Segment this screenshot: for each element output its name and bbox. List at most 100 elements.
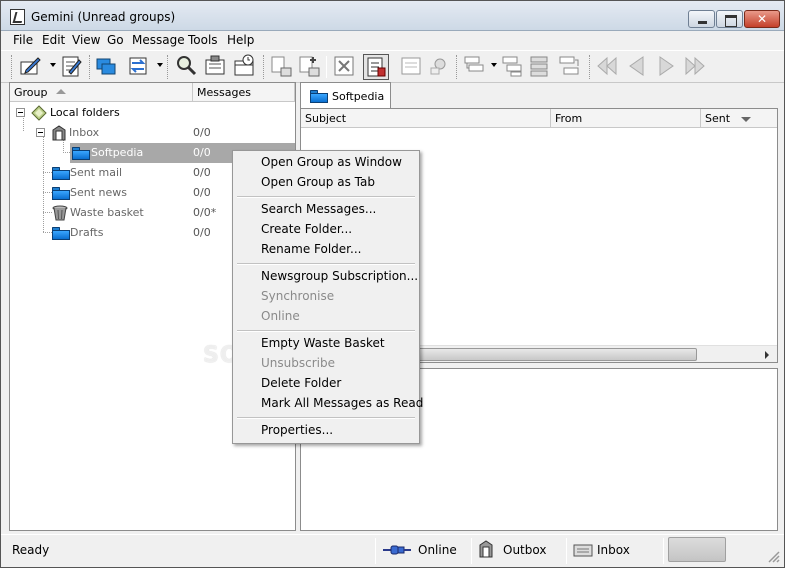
tree-item-count: 0/0 (193, 226, 211, 239)
subject-column-label: Subject (305, 112, 347, 125)
status-separator (375, 538, 376, 564)
status-inbox[interactable]: Inbox (570, 535, 662, 565)
menu-search-messages[interactable]: Search Messages... (261, 202, 376, 216)
menu-edit[interactable]: Edit (42, 33, 65, 47)
menu-empty-waste-basket[interactable]: Empty Waste Basket (261, 336, 385, 350)
scroll-right-icon[interactable] (765, 351, 769, 359)
last-button[interactable] (683, 54, 709, 80)
transfer-dropdown-icon[interactable] (157, 63, 163, 67)
tree-item-count: 0/0 (193, 186, 211, 199)
tree-item-local-folders[interactable]: Local folders (10, 103, 295, 123)
message-pane-button[interactable] (363, 54, 389, 80)
toolbar-grip[interactable] (11, 55, 14, 79)
tree-item-inbox[interactable]: Inbox 0/0 (10, 123, 295, 143)
from-column-header[interactable]: From (551, 109, 701, 128)
delete-button[interactable] (332, 54, 358, 80)
menu-go[interactable]: Go (107, 33, 124, 47)
search-button[interactable] (174, 54, 200, 80)
next-icon (659, 56, 674, 76)
menu-create-folder[interactable]: Create Folder... (261, 222, 352, 236)
status-online[interactable]: Online (379, 535, 469, 565)
toolbar-grip[interactable] (456, 55, 459, 79)
status-online-label: Online (418, 543, 457, 557)
previous-button[interactable] (625, 54, 651, 80)
menu-newsgroup-subscription[interactable]: Newsgroup Subscription... (261, 269, 418, 283)
last-icon (685, 56, 705, 76)
reply-group-button[interactable] (269, 54, 295, 80)
previous-icon (629, 56, 644, 76)
menu-delete-folder[interactable]: Delete Folder (261, 376, 341, 390)
compose-button[interactable] (18, 54, 44, 80)
close-icon: ✕ (756, 12, 768, 26)
menu-separator (237, 417, 415, 419)
status-separator (566, 538, 567, 564)
menu-file[interactable]: File (13, 33, 33, 47)
menu-properties[interactable]: Properties... (261, 423, 333, 437)
menu-separator (237, 263, 415, 265)
thread-button[interactable] (462, 54, 488, 80)
minimize-button[interactable] (688, 10, 715, 28)
reply-all-button[interactable] (297, 54, 323, 80)
thread-dropdown-icon[interactable] (491, 63, 497, 67)
thread-icon (464, 56, 484, 72)
menu-help[interactable]: Help (227, 33, 254, 47)
status-outbox[interactable]: Outbox (475, 535, 565, 565)
messages-column-label: Messages (197, 86, 251, 99)
toolbar-grip[interactable] (589, 55, 592, 79)
toolbar-separator (326, 56, 327, 78)
group-column-label: Group (14, 86, 48, 99)
main-window: Gemini (Unread groups) ✕ File Edit View … (0, 0, 785, 568)
subject-column-header[interactable]: Subject (301, 109, 551, 128)
messages-column-header[interactable]: Messages (193, 83, 295, 102)
compose-dropdown-icon[interactable] (50, 63, 56, 67)
address-book-button[interactable] (59, 54, 85, 80)
menu-open-group-as-window[interactable]: Open Group as Window (261, 155, 402, 169)
first-button[interactable] (595, 54, 621, 80)
status-outbox-label: Outbox (503, 543, 547, 557)
collapse-icon[interactable] (36, 128, 45, 137)
collapse-icon[interactable] (16, 108, 25, 117)
toolbar-grip[interactable] (89, 55, 92, 79)
transfer-button[interactable] (126, 54, 152, 80)
menu-bar: File Edit View Go Message Tools Help (1, 31, 784, 50)
groups-icon (96, 58, 116, 75)
group-column-header[interactable]: Group (10, 83, 193, 102)
menu-online: Online (261, 309, 300, 323)
menu-open-group-as-tab[interactable]: Open Group as Tab (261, 175, 375, 189)
reply-group-icon (271, 56, 292, 77)
post-button[interactable] (399, 54, 425, 80)
tab-label: Softpedia (332, 90, 385, 103)
news-button[interactable] (203, 54, 229, 80)
toolbar-grip[interactable] (167, 55, 170, 79)
news-icon (205, 55, 225, 75)
window-title: Gemini (Unread groups) (31, 10, 176, 24)
scheduler-button[interactable] (232, 54, 258, 80)
rules-button[interactable] (528, 54, 554, 80)
tree-item-count: 0/0 (193, 126, 211, 139)
tree-item-count: 0/0 (193, 146, 211, 159)
menu-view[interactable]: View (72, 33, 100, 47)
menu-message[interactable]: Message (132, 33, 185, 47)
title-bar[interactable]: Gemini (Unread groups) ✕ (1, 1, 784, 31)
menu-rename-folder[interactable]: Rename Folder... (261, 242, 361, 256)
maximize-button[interactable] (716, 10, 743, 28)
attach-button[interactable] (426, 54, 452, 80)
tree-item-count: 0/0 (193, 166, 211, 179)
groups-button[interactable] (94, 54, 120, 80)
filter-button[interactable] (500, 54, 526, 80)
transfer-icon (129, 57, 147, 75)
tree-item-label: Sent mail (70, 166, 123, 179)
toolbar-grip[interactable] (263, 55, 266, 79)
sent-column-header[interactable]: Sent (701, 109, 777, 128)
menu-mark-all-read[interactable]: Mark All Messages as Read (261, 396, 423, 410)
app-icon[interactable] (10, 9, 25, 25)
tab-strip: Softpedia (300, 82, 778, 110)
tab-softpedia[interactable]: Softpedia (300, 82, 391, 110)
close-button[interactable]: ✕ (744, 10, 780, 28)
menu-tools[interactable]: Tools (188, 33, 218, 47)
sort-button[interactable] (557, 54, 583, 80)
scheduler-icon (234, 54, 254, 76)
resize-grip-icon[interactable] (766, 549, 780, 563)
status-ready: Ready (12, 543, 50, 557)
next-button[interactable] (654, 54, 680, 80)
